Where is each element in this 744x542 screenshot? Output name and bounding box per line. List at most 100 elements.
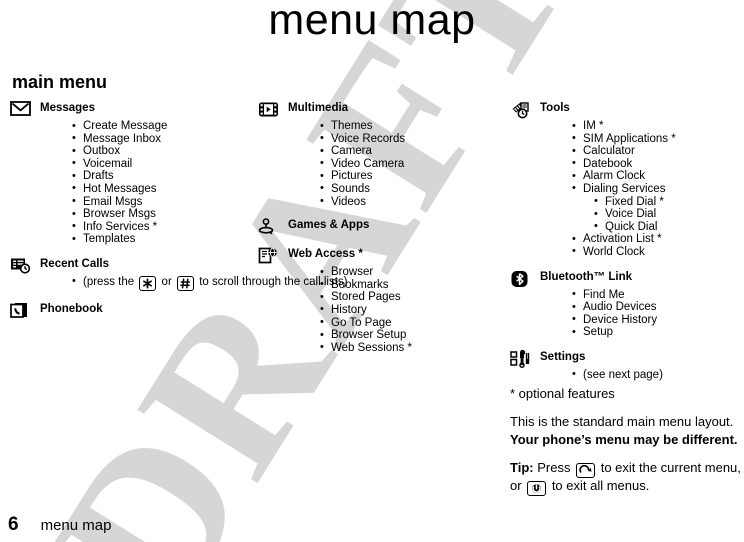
keys-note-before: (press the [83, 275, 135, 288]
menu-item-list: Create Message Message Inbox Outbox Voic… [10, 120, 255, 246]
note-menu-may-differ: Your phone’s menu may be different. [510, 432, 744, 448]
list-item[interactable]: Themes [320, 120, 503, 133]
menu-group-title: Tools [540, 102, 570, 114]
menu-item-list: (press the or to scroll through the call… [10, 275, 347, 291]
menu-group-header: Bluetooth™ Link [510, 269, 742, 289]
joystick-icon [258, 217, 282, 237]
hash-key-icon [176, 275, 194, 291]
list-item[interactable]: Dialing Services [572, 182, 742, 196]
menu-column-2: Multimedia Themes Voice Records Camera V… [258, 100, 503, 361]
recent-calls-icon [10, 256, 34, 276]
list-item[interactable]: History [320, 303, 503, 317]
list-item[interactable]: Voicemail [72, 157, 255, 171]
list-item[interactable]: Voice Dial [594, 208, 742, 221]
list-item[interactable]: Message Inbox [72, 132, 255, 146]
menu-group-header: Settings [510, 349, 742, 369]
list-item[interactable]: Bookmarks [320, 278, 503, 292]
menu-item-list: (see next page) [510, 368, 742, 382]
settings-icon [510, 349, 534, 369]
list-item[interactable]: Email Msgs [72, 195, 255, 209]
menu-group-title: Bluetooth™ Link [540, 270, 632, 283]
menu-group-games-apps: Games & Apps [258, 217, 503, 237]
note-optional-features: * optional features [510, 386, 615, 401]
list-item[interactable]: Sounds [320, 182, 503, 196]
list-item[interactable]: Videos [320, 195, 503, 209]
list-item[interactable]: Browser [320, 266, 503, 279]
list-item[interactable]: Info Services * [72, 220, 255, 234]
list-item[interactable]: Go To Page [320, 316, 503, 330]
tip-label: Tip: [510, 459, 534, 475]
list-item[interactable]: Browser Msgs [72, 208, 255, 221]
footer-page-number: 6 [8, 514, 19, 535]
list-item[interactable]: Video Camera [320, 157, 503, 171]
list-item[interactable]: Device History [572, 313, 742, 327]
bluetooth-icon [510, 269, 534, 289]
menu-group-title: Settings [540, 350, 586, 363]
menu-group-tools: Tools IM * SIM Applications * Calculator… [510, 100, 742, 259]
power-key-icon [527, 480, 547, 496]
menu-group-header: Games & Apps [258, 217, 503, 237]
tip-after: to exit all menus. [551, 477, 650, 493]
list-item[interactable]: Setup [572, 326, 742, 339]
menu-group-title: Multimedia [288, 102, 349, 114]
list-item[interactable]: Voice Records [320, 132, 503, 146]
list-item[interactable]: Create Message [72, 120, 255, 133]
envelope-icon [10, 100, 34, 120]
menu-group-title: Phonebook [40, 302, 103, 315]
note-menu-may-differ-text: Your phone’s menu may be different. [510, 432, 738, 447]
menu-group-title: Web Access * [288, 248, 363, 261]
list-item[interactable]: Datebook [572, 157, 742, 171]
menu-column-3: Tools IM * SIM Applications * Calculator… [510, 100, 742, 389]
list-item[interactable]: SIM Applications * [572, 132, 742, 146]
list-item[interactable]: Drafts [72, 170, 255, 183]
list-item[interactable]: World Clock [572, 245, 742, 259]
multimedia-icon [258, 100, 282, 120]
note-standard-layout: This is the standard main menu layout. [510, 413, 734, 429]
list-item[interactable]: Outbox [72, 145, 255, 158]
list-item: (see next page) [572, 368, 742, 382]
list-item[interactable]: Pictures [320, 170, 503, 183]
list-item[interactable]: Camera [320, 145, 503, 158]
footer-section-label: menu map [40, 517, 112, 534]
star-key-icon [139, 275, 157, 291]
list-item[interactable]: Web Sessions * [320, 341, 503, 355]
footnotes: * optional features This is the standard… [510, 386, 744, 508]
menu-item-list: Themes Voice Records Camera Video Camera… [258, 120, 503, 208]
list-item[interactable]: Templates [72, 233, 255, 246]
menu-group-header: Phonebook [10, 301, 255, 321]
list-item[interactable]: Fixed Dial * [594, 195, 742, 209]
menu-group-bluetooth-link: Bluetooth™ Link Find Me Audio Devices De… [510, 269, 742, 339]
menu-group-settings: Settings (see next page) [510, 349, 742, 382]
keys-note-between: or [161, 275, 172, 288]
list-item[interactable]: Activation List * [572, 233, 742, 246]
list-item[interactable]: Browser Setup [320, 329, 503, 342]
note-tip: Tip: Press to exit the current menu, or … [510, 460, 744, 496]
list-item[interactable]: Alarm Clock [572, 170, 742, 183]
menu-group-header: Web Access * [258, 246, 503, 266]
list-item-keys-note: (press the or to scroll through the call… [72, 275, 347, 291]
menu-group-header: Recent Calls [10, 256, 255, 276]
menu-group-title: Recent Calls [40, 257, 110, 270]
menu-group-header: Multimedia [258, 100, 503, 120]
list-item[interactable]: Hot Messages [72, 182, 255, 196]
back-key-icon [576, 462, 596, 478]
menu-item-list: Browser Bookmarks Stored Pages History G… [258, 266, 503, 354]
list-item[interactable]: Calculator [572, 145, 742, 158]
phonebook-icon [10, 301, 34, 321]
menu-group-multimedia: Multimedia Themes Voice Records Camera V… [258, 100, 503, 208]
list-item[interactable]: Stored Pages [320, 291, 503, 304]
page-footer: 6 menu map [8, 514, 111, 536]
list-item[interactable]: Find Me [572, 288, 742, 302]
menu-group-messages: Messages Create Message Message Inbox Ou… [10, 100, 255, 246]
web-access-icon [258, 246, 282, 266]
list-item[interactable]: Quick Dial [594, 220, 742, 234]
tools-icon [510, 100, 534, 120]
tip-before: Press [537, 459, 571, 475]
menu-group-title: Messages [40, 102, 95, 114]
list-item[interactable]: IM * [572, 120, 742, 133]
menu-group-header: Messages [10, 100, 255, 120]
menu-item-list: Find Me Audio Devices Device History Set… [510, 288, 742, 339]
menu-group-web-access: Web Access * Browser Bookmarks Stored Pa… [258, 246, 503, 354]
list-item[interactable]: Audio Devices [572, 301, 742, 314]
page-title: menu map [268, 0, 476, 44]
